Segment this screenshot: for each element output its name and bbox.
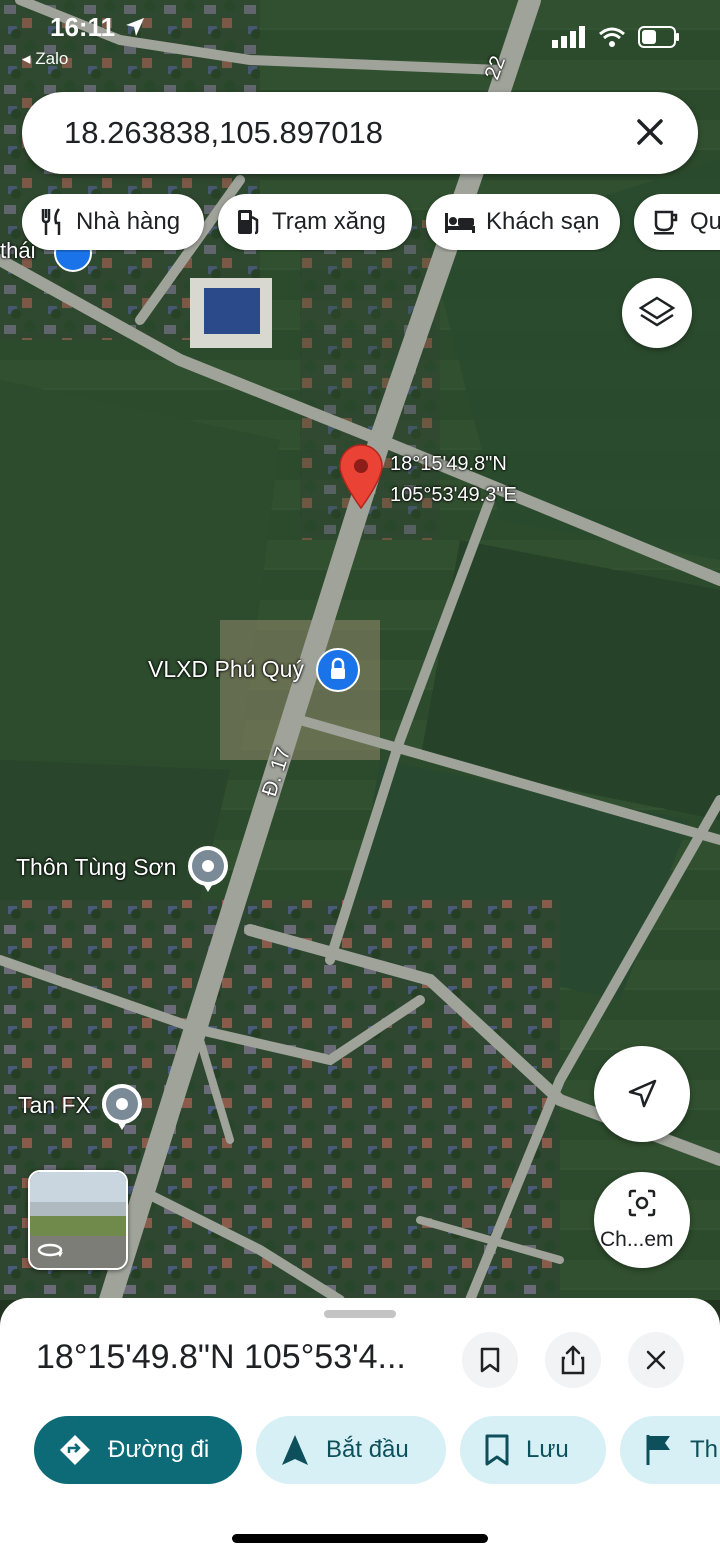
bookmark-icon <box>485 1434 509 1466</box>
cellular-signal-icon <box>552 26 585 48</box>
lens-label: Ch...em <box>600 1228 674 1251</box>
share-icon <box>561 1345 585 1375</box>
place-pin-icon[interactable] <box>186 844 230 894</box>
add-label-button[interactable]: Th <box>620 1416 720 1484</box>
status-bar: 16:11 ◂ Zalo <box>0 0 720 80</box>
directions-label: Đường đi <box>108 1436 210 1463</box>
place-pin-icon[interactable] <box>100 1082 144 1132</box>
chip-gas-stations-label: Trạm xăng <box>272 208 386 235</box>
wifi-icon <box>599 27 625 47</box>
place-label-tan-fx[interactable]: Tan FX <box>18 1092 91 1119</box>
red-location-pin-icon[interactable] <box>338 444 384 510</box>
my-location-button[interactable] <box>594 1046 690 1142</box>
back-to-app-link[interactable]: ◂ Zalo <box>22 49 68 69</box>
chip-hotels[interactable]: Khách sạn <box>426 194 620 250</box>
chip-restaurants-label: Nhà hàng <box>76 208 181 235</box>
chip-gas-stations[interactable]: Trạm xăng <box>218 194 412 250</box>
place-details-sheet[interactable]: 18°15'49.8"N 105°53'4... Đường đi Bắt đầ… <box>0 1298 720 1557</box>
directions-button[interactable]: Đường đi <box>34 1416 242 1484</box>
start-navigation-button[interactable]: Bắt đầu <box>256 1416 446 1484</box>
store-lock-pin-icon[interactable] <box>316 648 360 692</box>
chip-hotels-label: Khách sạn <box>486 208 600 235</box>
bookmark-icon <box>480 1347 500 1373</box>
hotel-icon <box>445 213 475 233</box>
restaurant-icon <box>41 208 61 235</box>
close-icon <box>646 1350 666 1370</box>
camera-lens-icon <box>628 1189 656 1217</box>
lens-search-button[interactable]: Ch...em <box>594 1172 690 1268</box>
pin-coordinate-lat: 18°15'49.8"N <box>390 453 507 475</box>
home-indicator[interactable] <box>232 1534 488 1543</box>
close-sheet-button[interactable] <box>628 1332 684 1388</box>
place-label-vlxd-phu-quy[interactable]: VLXD Phú Quý <box>148 656 304 683</box>
directions-icon <box>60 1435 90 1465</box>
category-chips: Nhà hàng Trạm xăng Khách sạn Qu <box>22 194 720 252</box>
add-label-text: Th <box>690 1436 719 1463</box>
chip-cafes[interactable]: Qu <box>634 194 720 250</box>
chip-restaurants[interactable]: Nhà hàng <box>22 194 204 250</box>
action-buttons-row: Đường đi Bắt đầu Lưu Th <box>34 1416 720 1486</box>
save-button[interactable]: Lưu <box>460 1416 606 1484</box>
pin-coordinate-lng: 105°53'49.3"E <box>390 484 517 506</box>
layers-button[interactable] <box>622 278 692 348</box>
status-time: 16:11 <box>50 12 116 42</box>
battery-icon <box>638 26 679 48</box>
flag-icon <box>646 1435 670 1465</box>
location-arrow-icon <box>126 18 144 36</box>
save-bookmark-button[interactable] <box>462 1332 518 1388</box>
gas-station-icon <box>238 210 259 235</box>
street-view-thumbnail[interactable] <box>28 1170 128 1270</box>
clear-search-icon[interactable] <box>630 112 670 152</box>
share-button[interactable] <box>545 1332 601 1388</box>
chip-cafes-label: Qu <box>690 208 720 235</box>
navigate-arrow-icon <box>282 1435 308 1465</box>
start-label: Bắt đầu <box>326 1436 409 1463</box>
place-label-thon-tung-son[interactable]: Thôn Tùng Sơn <box>16 854 176 881</box>
coffee-icon <box>654 210 678 235</box>
save-label: Lưu <box>526 1436 569 1463</box>
layers-icon <box>638 296 676 327</box>
place-title: 18°15'49.8"N 105°53'4... <box>36 1338 406 1376</box>
sheet-drag-handle[interactable] <box>324 1310 396 1318</box>
navigation-arrow-icon <box>628 1079 657 1108</box>
search-bar[interactable]: 18.263838,105.897018 <box>22 92 698 174</box>
search-query[interactable]: 18.263838,105.897018 <box>64 115 383 151</box>
